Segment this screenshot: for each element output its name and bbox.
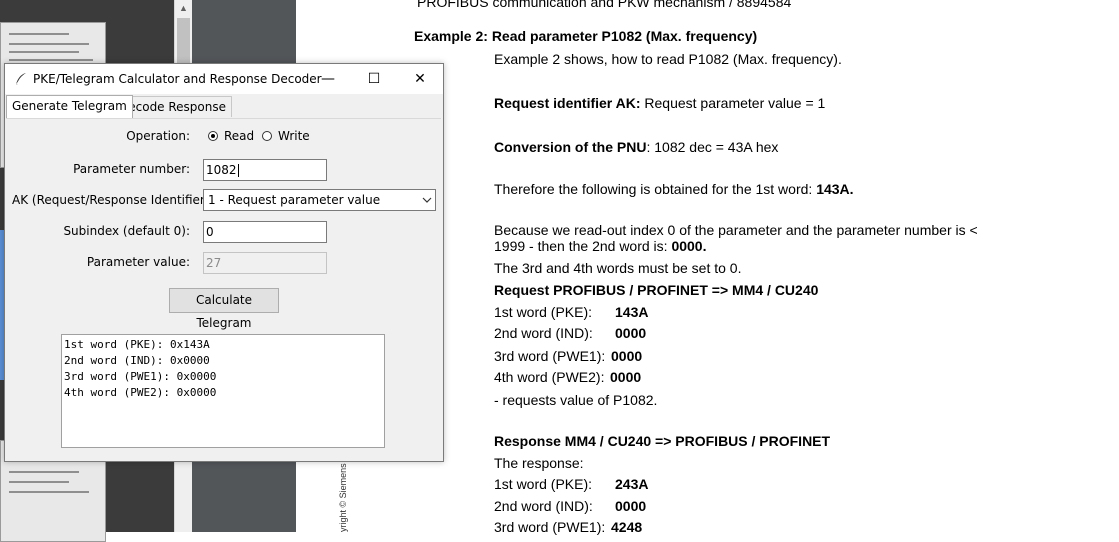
request-word-value: 0000 (611, 348, 643, 364)
ak-label: AK (Request/Response Identifier): (12, 193, 214, 207)
response-word-label: 3rd word (PWE1): (494, 519, 606, 535)
parameter-number-label: Parameter number: (73, 162, 190, 176)
generate-telegram-panel: Operation: Read Write Parameter number: … (6, 118, 441, 460)
first-word-line: Therefore the following is obtained for … (494, 181, 854, 197)
request-word-label: 4th word (PWE2): (494, 369, 605, 385)
result-line: 1st word (PKE): 0x143A (64, 338, 210, 351)
index-line-2: 1999 - then the 2nd word is: 0000. (494, 238, 707, 254)
subindex-label: Subindex (default 0): (63, 224, 190, 238)
radio-read-indicator[interactable] (208, 131, 218, 141)
page-header: PROFIBUS communication and PKW mechanism… (417, 0, 792, 10)
parameter-number-value: 1082 (206, 163, 237, 177)
pnu-conversion-line: Conversion of the PNU: 1082 dec = 43A he… (494, 139, 779, 155)
calculator-dialog: PKE/Telegram Calculator and Response Dec… (4, 63, 444, 462)
tab-bar: Generate Telegram Decode Response (5, 94, 443, 118)
chevron-down-icon[interactable] (422, 190, 432, 218)
request-word-value: 143A (615, 304, 649, 320)
subindex-input[interactable]: 0 (203, 221, 327, 243)
response-word-value: 4248 (611, 519, 643, 535)
response-word-label: 2nd word (IND): (494, 498, 593, 514)
request-word-label: 1st word (PKE): (494, 304, 593, 320)
example-title: Example 2: Read parameter P1082 (Max. fr… (414, 28, 758, 44)
radio-write-label: Write (278, 129, 310, 143)
result-textbox[interactable]: 1st word (PKE): 0x143A 2nd word (IND): 0… (61, 334, 385, 448)
dialog-title: PKE/Telegram Calculator and Response Dec… (33, 72, 322, 86)
response-heading: Response MM4 / CU240 => PROFIBUS / PROFI… (494, 433, 831, 449)
request-word-value: 0000 (615, 325, 647, 341)
request-identifier-line: Request identifier AK: Request parameter… (494, 95, 826, 111)
radio-read-label: Read (224, 129, 255, 143)
dialog-titlebar[interactable]: PKE/Telegram Calculator and Response Dec… (5, 64, 443, 94)
ak-selected-value: 1 - Request parameter value (208, 193, 381, 207)
parameter-value-label: Parameter value: (86, 255, 190, 269)
response-word-label: 1st word (PKE): (494, 476, 593, 492)
result-line: 3rd word (PWE1): 0x0000 (64, 370, 217, 383)
calculate-telegram-button[interactable]: Calculate Telegram (169, 288, 279, 330)
feather-icon (13, 71, 29, 87)
ak-dropdown[interactable]: 1 - Request parameter value (203, 189, 436, 211)
parameter-value-input: 27 (203, 252, 327, 274)
example-intro: Example 2 shows, how to read P1082 (Max.… (494, 51, 842, 67)
operation-label: Operation: (126, 129, 190, 143)
response-word-value: 0000 (615, 498, 647, 514)
words-zero-line: The 3rd and 4th words must be set to 0. (494, 260, 742, 276)
close-button[interactable]: ✕ (397, 64, 443, 94)
copyright-margin-text: yright © Siemens _Essentials_DP_E (336, 460, 350, 532)
minimize-button[interactable]: — (305, 64, 351, 94)
arrow-up-icon[interactable]: ▲ (175, 0, 192, 17)
request-word-label: 3rd word (PWE1): (494, 348, 606, 364)
response-word-value: 243A (615, 476, 649, 492)
request-heading: Request PROFIBUS / PROFINET => MM4 / CU2… (494, 282, 819, 298)
index-line-1: Because we read-out index 0 of the param… (494, 222, 978, 238)
result-line: 2nd word (IND): 0x0000 (64, 354, 210, 367)
response-intro: The response: (494, 455, 584, 471)
radio-write-indicator[interactable] (262, 131, 272, 141)
result-line: 4th word (PWE2): 0x0000 (64, 386, 217, 399)
request-word-label: 2nd word (IND): (494, 325, 593, 341)
request-word-value: 0000 (610, 369, 642, 385)
tab-generate-telegram[interactable]: Generate Telegram (6, 95, 133, 118)
maximize-button[interactable]: ☐ (351, 64, 397, 94)
parameter-number-input[interactable]: 1082 (203, 159, 327, 181)
request-note: - requests value of P1082. (494, 392, 658, 408)
